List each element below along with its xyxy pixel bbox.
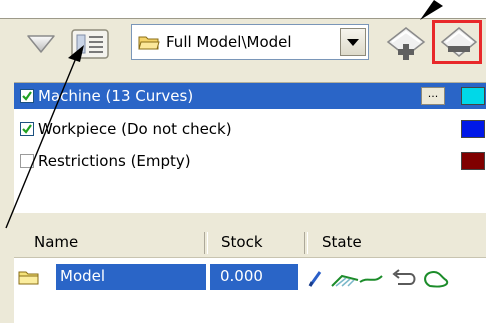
chevron-down-icon (347, 39, 359, 46)
layer-options-button[interactable]: ... (421, 87, 445, 105)
folder-path-text: Full Model\Model (166, 33, 292, 51)
folder-path-dropdown[interactable]: Full Model\Model (131, 24, 369, 60)
layer-checkbox[interactable] (20, 154, 34, 168)
model-state-icons (308, 269, 449, 288)
checkmark-icon (22, 124, 32, 134)
column-header-stock[interactable]: Stock (221, 233, 263, 251)
folder-icon (18, 271, 39, 285)
column-divider[interactable] (204, 232, 208, 254)
layer-row-restrictions[interactable]: Restrictions (Empty) (14, 148, 486, 174)
collapse-triangle-icon (27, 35, 55, 53)
layer-checkbox[interactable] (20, 89, 34, 103)
collapse-button[interactable] (22, 24, 60, 62)
model-stock: 0.000 (220, 267, 263, 285)
model-name: Model (60, 267, 106, 285)
layer-label: Restrictions (Empty) (38, 152, 191, 170)
folder-open-icon (138, 36, 160, 50)
layer-label: Workpiece (Do not check) (38, 120, 232, 138)
layer-label: Machine (13 Curves) (38, 87, 194, 105)
remove-layer-icon (440, 27, 478, 57)
add-layer-icon (386, 27, 426, 60)
model-name-cell[interactable]: Model (56, 264, 206, 290)
column-header-state[interactable]: State (322, 233, 362, 251)
surface-icon[interactable] (331, 274, 359, 287)
layer-color-swatch[interactable] (461, 120, 485, 138)
curve-icon[interactable] (359, 275, 383, 283)
layer-color-swatch[interactable] (461, 87, 485, 105)
view-toggle-button[interactable] (66, 24, 114, 62)
dropdown-arrow-button[interactable] (340, 28, 366, 56)
checkmark-icon (22, 91, 32, 101)
layer-checkbox[interactable] (20, 122, 34, 136)
model-table: Name Stock State Model 0.000 (14, 228, 486, 323)
outline-icon[interactable] (424, 270, 449, 288)
detail-view-icon (71, 29, 109, 59)
add-layer-button[interactable] (384, 24, 428, 62)
column-divider[interactable] (304, 232, 308, 254)
pencil-icon[interactable] (308, 271, 322, 287)
layer-color-swatch[interactable] (461, 152, 485, 170)
column-header-name[interactable]: Name (34, 233, 78, 251)
layer-row-machine[interactable]: Machine (13 Curves) ... (14, 83, 486, 109)
layer-row-workpiece[interactable]: Workpiece (Do not check) (14, 116, 486, 142)
table-header: Name Stock State (14, 228, 486, 258)
layer-list: Machine (13 Curves) ... Workpiece (Do no… (14, 82, 486, 213)
remove-layer-button[interactable] (432, 24, 486, 62)
callout-arrow-top-right (420, 0, 443, 20)
model-stock-cell[interactable]: 0.000 (210, 264, 298, 290)
panel-top-border (0, 18, 486, 19)
undo-arrow-icon[interactable] (392, 269, 416, 285)
table-row[interactable]: Model 0.000 (14, 264, 486, 290)
